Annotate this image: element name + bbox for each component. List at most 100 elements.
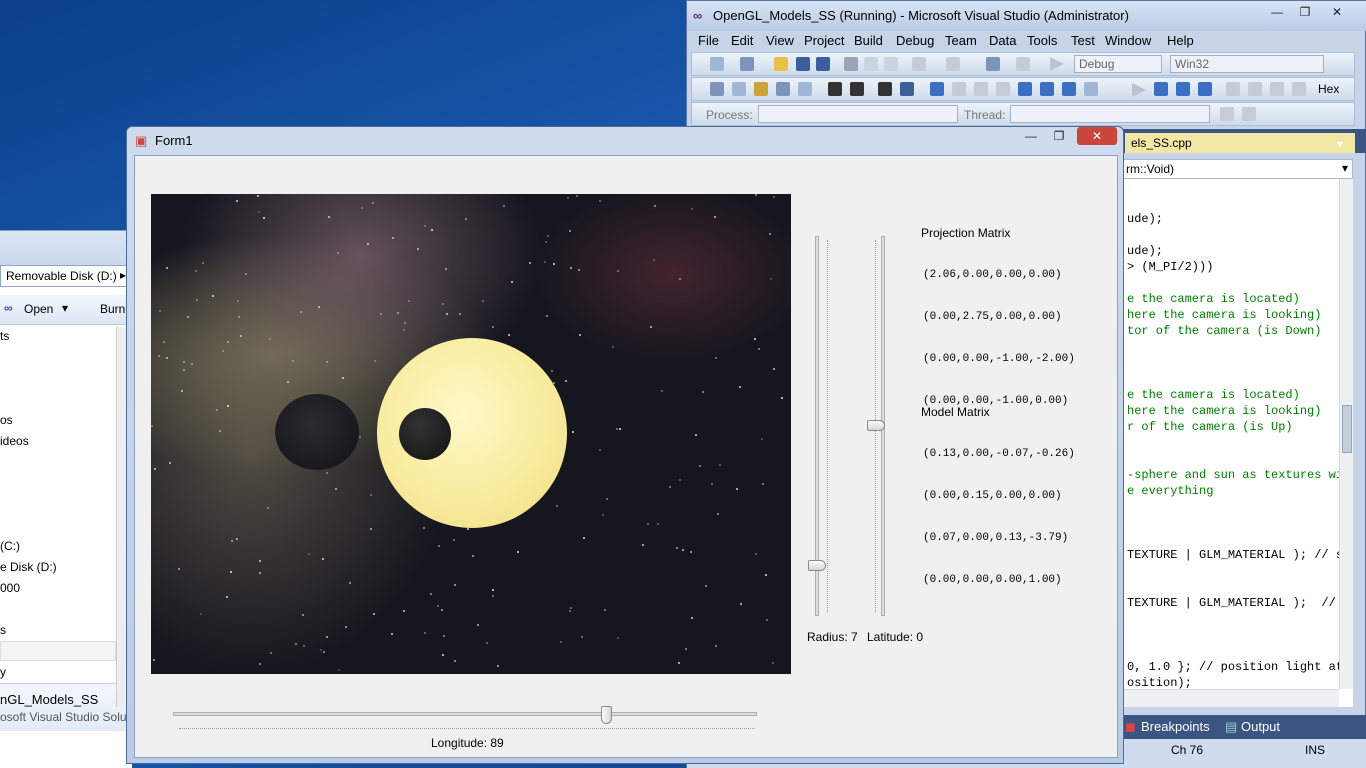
menu-build[interactable]: Build: [854, 33, 883, 48]
bookmark-next-icon[interactable]: [974, 82, 988, 96]
opengl-viewport[interactable]: [151, 194, 791, 674]
nav-item[interactable]: e Disk (D:): [0, 560, 57, 574]
debug-tool-icon[interactable]: [754, 82, 768, 96]
undo-icon[interactable]: [912, 57, 926, 71]
step-icon[interactable]: [1292, 82, 1306, 96]
minimize-button[interactable]: —: [1263, 3, 1291, 21]
configuration-value: Debug: [1079, 57, 1115, 71]
latitude-slider-thumb[interactable]: [867, 420, 885, 431]
close-button[interactable]: ✕: [1077, 127, 1117, 145]
longitude-label: Longitude: 89: [431, 736, 504, 750]
menu-file[interactable]: File: [698, 33, 719, 48]
menu-tools[interactable]: Tools: [1027, 33, 1057, 48]
maximize-button[interactable]: ❐: [1291, 3, 1319, 21]
restart-icon[interactable]: [1198, 82, 1212, 96]
step-icon[interactable]: [1270, 82, 1284, 96]
bookmark-icon[interactable]: [930, 82, 944, 96]
save-icon[interactable]: [796, 57, 810, 71]
longitude-slider-track[interactable]: [173, 712, 757, 716]
bookmark-icon[interactable]: [996, 82, 1010, 96]
editor-vertical-scrollbar[interactable]: [1339, 179, 1353, 689]
longitude-slider-thumb[interactable]: [601, 706, 612, 724]
stop-icon[interactable]: [1176, 82, 1190, 96]
flag-icon[interactable]: [1242, 107, 1256, 121]
star: [477, 624, 479, 626]
debug-tool-icon[interactable]: [710, 82, 724, 96]
menu-team[interactable]: Team: [945, 33, 977, 48]
star: [604, 609, 606, 611]
bookmark-icon[interactable]: [1018, 82, 1032, 96]
navigate-forward-icon[interactable]: [1016, 57, 1030, 71]
star: [472, 555, 474, 557]
scrollbar-thumb[interactable]: [1342, 405, 1352, 453]
menu-debug[interactable]: Debug: [896, 33, 934, 48]
nav-item[interactable]: ts: [0, 329, 9, 343]
menu-window[interactable]: Window: [1105, 33, 1151, 48]
new-project-icon[interactable]: [710, 57, 724, 71]
code-line: e everything: [1127, 484, 1214, 498]
menu-view[interactable]: View: [766, 33, 794, 48]
explorer-window: Removable Disk (D:) ▸ ∞ Open ▾ Burn ts o…: [0, 230, 132, 768]
explorer-address-bar[interactable]: Removable Disk (D:) ▸: [0, 265, 132, 287]
open-button[interactable]: Open: [24, 302, 53, 316]
minimize-button[interactable]: —: [1017, 127, 1045, 145]
save-all-icon[interactable]: [816, 57, 830, 71]
hex-button[interactable]: Hex: [1318, 82, 1339, 96]
star: [263, 217, 265, 219]
bookmark-icon[interactable]: [1084, 82, 1098, 96]
chevron-down-icon[interactable]: ▾: [62, 301, 68, 315]
nav-item[interactable]: 000: [0, 581, 20, 595]
nav-item[interactable]: (C:): [0, 539, 20, 553]
flag-icon[interactable]: [1220, 107, 1234, 121]
menu-help[interactable]: Help: [1167, 33, 1194, 48]
bookmark-icon[interactable]: [1062, 82, 1076, 96]
star: [467, 528, 469, 530]
matrix-row: (0.00,0.15,0.00,0.00): [923, 490, 1062, 502]
bookmark-prev-icon[interactable]: [952, 82, 966, 96]
nav-item[interactable]: y: [0, 665, 6, 679]
menu-project[interactable]: Project: [804, 33, 844, 48]
menu-test[interactable]: Test: [1071, 33, 1095, 48]
debug-tool-icon[interactable]: [798, 82, 812, 96]
explorer-scrollbar[interactable]: [116, 327, 126, 707]
close-button[interactable]: ✕: [1323, 3, 1351, 21]
uncomment-icon[interactable]: [900, 82, 914, 96]
step-icon[interactable]: [1248, 82, 1262, 96]
maximize-button[interactable]: ❐: [1045, 127, 1073, 145]
debug-tool-icon[interactable]: [776, 82, 790, 96]
add-item-icon[interactable]: [740, 57, 754, 71]
tab-dropdown-icon[interactable]: ▾: [1337, 137, 1343, 151]
tab-active-document[interactable]: els_SS.cpp: [1125, 133, 1355, 153]
bookmark-icon[interactable]: [1040, 82, 1054, 96]
comment-icon[interactable]: [878, 82, 892, 96]
burn-button[interactable]: Burn: [100, 302, 125, 316]
step-icon[interactable]: [1226, 82, 1240, 96]
debug-tool-icon[interactable]: [732, 82, 746, 96]
nav-item[interactable]: os: [0, 413, 13, 427]
solution-platform-combo[interactable]: Win32: [1170, 55, 1324, 73]
editor-horizontal-scrollbar[interactable]: [1121, 689, 1339, 707]
cut-icon[interactable]: [844, 57, 858, 71]
start-debugging-icon[interactable]: [1050, 57, 1064, 71]
tab-breakpoints[interactable]: Breakpoints: [1141, 719, 1210, 734]
nav-item[interactable]: s: [0, 623, 6, 637]
paste-icon[interactable]: [884, 57, 898, 71]
radius-slider-track[interactable]: [815, 236, 819, 616]
continue-icon[interactable]: [1132, 83, 1146, 97]
radius-slider-thumb[interactable]: [808, 560, 826, 571]
menu-data[interactable]: Data: [989, 33, 1016, 48]
open-file-icon[interactable]: [774, 57, 788, 71]
copy-icon[interactable]: [864, 57, 878, 71]
menu-edit[interactable]: Edit: [731, 33, 753, 48]
indent-icon[interactable]: [828, 82, 842, 96]
solution-configuration-combo[interactable]: Debug: [1074, 55, 1162, 73]
member-navigation-combo[interactable]: rm::Void) ▾: [1121, 159, 1353, 179]
outdent-icon[interactable]: [850, 82, 864, 96]
thread-combo[interactable]: [1010, 105, 1210, 123]
pause-icon[interactable]: [1154, 82, 1168, 96]
navigate-icon[interactable]: [986, 57, 1000, 71]
process-combo[interactable]: [758, 105, 958, 123]
nav-item[interactable]: ideos: [0, 434, 29, 448]
tab-output[interactable]: Output: [1241, 719, 1280, 734]
redo-icon[interactable]: [946, 57, 960, 71]
